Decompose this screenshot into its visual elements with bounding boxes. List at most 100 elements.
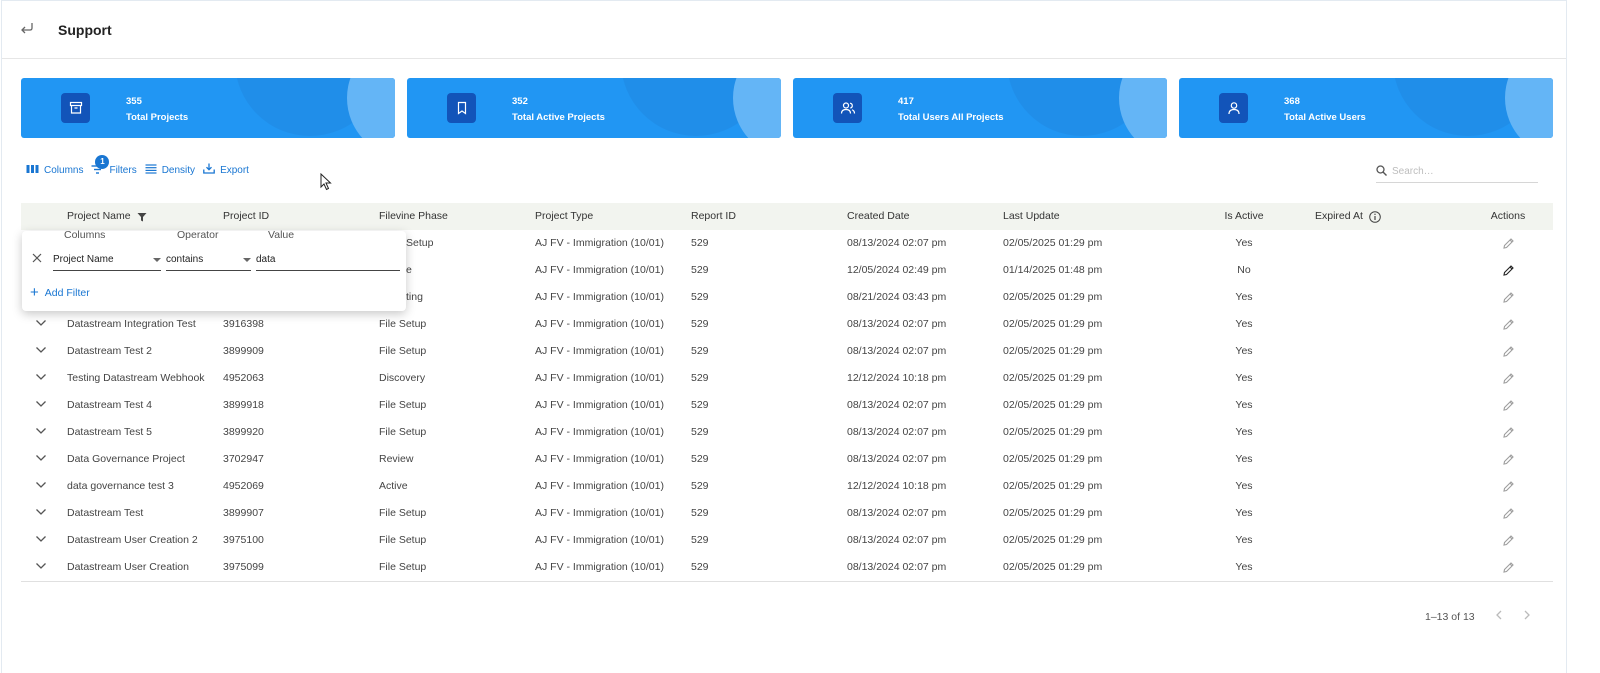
- edit-button[interactable]: [1483, 527, 1533, 554]
- add-filter-button[interactable]: + Add Filter: [30, 285, 90, 300]
- edit-button[interactable]: [1483, 419, 1533, 446]
- expand-row-button[interactable]: [35, 500, 49, 527]
- table-row[interactable]: Datastream Test 3899907 File Setup AJ FV - …: [21, 500, 1553, 527]
- stat-label: Total Users All Projects: [898, 112, 1004, 123]
- cell-is-active: Yes: [1235, 291, 1253, 303]
- cell-is-active: Yes: [1235, 480, 1253, 492]
- remove-filter-button[interactable]: [32, 253, 42, 266]
- table-row[interactable]: data governance test 3 4952069 Active AJ FV…: [21, 473, 1553, 500]
- filter-funnel-icon[interactable]: [137, 212, 147, 222]
- cell-report-id: 529: [691, 318, 709, 330]
- table-row[interactable]: Datastream Test 5 3899920 File Setup AJ FV …: [21, 419, 1553, 446]
- cell-last-update: 02/05/2025 01:29 pm: [1003, 534, 1103, 546]
- pencil-icon: [1502, 507, 1515, 520]
- chevron-down-icon: [35, 554, 47, 581]
- cell-created-date: 12/05/2024 02:49 pm: [847, 264, 947, 276]
- filter-value-input[interactable]: data: [256, 251, 400, 271]
- edit-button[interactable]: [1483, 230, 1533, 257]
- cell-project-name: data governance test 3: [67, 480, 174, 492]
- pencil-icon: [1502, 534, 1515, 547]
- cell-project-name: Datastream Test 4: [67, 399, 153, 411]
- column-header-is-active[interactable]: Is Active: [1209, 203, 1279, 230]
- cell-project-type: AJ FV - Immigration (10/01): [535, 507, 664, 519]
- filters-button[interactable]: 1 Filters: [91, 154, 137, 177]
- cell-project-type: AJ FV - Immigration (10/01): [535, 534, 664, 546]
- pencil-icon: [1502, 318, 1515, 331]
- cell-created-date: 08/13/2024 02:07 pm: [847, 453, 947, 465]
- column-header-project-name[interactable]: Project Name: [67, 203, 147, 230]
- cell-project-id: 3975100: [223, 534, 264, 546]
- cell-filevine-phase: Review: [379, 453, 414, 465]
- cell-created-date: 08/13/2024 02:07 pm: [847, 507, 947, 519]
- dropdown-caret-icon: [243, 258, 251, 262]
- cell-report-id: 529: [691, 453, 709, 465]
- column-header-created-date[interactable]: Created Date: [847, 203, 909, 230]
- pencil-icon: [1502, 480, 1515, 493]
- table-row[interactable]: Datastream Test 4 3899918 File Setup AJ FV …: [21, 392, 1553, 419]
- expand-row-button[interactable]: [35, 473, 49, 500]
- table-row[interactable]: Datastream Integration Test 3916398 File S…: [21, 311, 1553, 338]
- table-row[interactable]: Datastream Test 2 3899909 File Setup AJ FV …: [21, 338, 1553, 365]
- cell-last-update: 02/05/2025 01:29 pm: [1003, 426, 1103, 438]
- filter-columns-label: Columns: [64, 229, 106, 241]
- table-row[interactable]: Testing Datastream Webhook 4952063 Discove…: [21, 365, 1553, 392]
- density-button[interactable]: Density: [145, 163, 195, 177]
- column-header-last-update[interactable]: Last Update: [1003, 203, 1060, 230]
- stat-label: Total Active Users: [1284, 112, 1366, 123]
- edit-button[interactable]: [1483, 257, 1533, 284]
- previous-page-button[interactable]: [1495, 610, 1503, 623]
- expand-row-button[interactable]: [35, 446, 49, 473]
- cell-filevine-phase: File Setup: [379, 345, 427, 357]
- info-icon[interactable]: [1369, 210, 1381, 223]
- filter-column-select[interactable]: Project Name: [53, 251, 161, 271]
- expand-row-button[interactable]: [35, 554, 49, 581]
- expand-row-button[interactable]: [35, 311, 49, 338]
- stat-card-total-active-projects: 352 Total Active Projects: [407, 78, 781, 138]
- cell-project-name: Datastream Test 2: [67, 345, 153, 357]
- cell-report-id: 529: [691, 561, 709, 573]
- pagination-range: 1–13 of 13: [1425, 610, 1475, 623]
- edit-button[interactable]: [1483, 284, 1533, 311]
- search-field[interactable]: [1376, 161, 1538, 183]
- cell-is-active: Yes: [1235, 534, 1253, 546]
- cell-filevine-phase: Active: [379, 480, 408, 492]
- edit-button[interactable]: [1483, 500, 1533, 527]
- cell-last-update: 02/05/2025 01:29 pm: [1003, 237, 1103, 249]
- expand-row-button[interactable]: [35, 392, 49, 419]
- cell-filevine-phase: ting: [406, 291, 423, 303]
- cell-project-id: 3899907: [223, 507, 264, 519]
- table-row[interactable]: Datastream User Creation 2 3975100 File Se…: [21, 527, 1553, 554]
- edit-button[interactable]: [1483, 311, 1533, 338]
- edit-button[interactable]: [1483, 392, 1533, 419]
- edit-button[interactable]: [1483, 446, 1533, 473]
- filter-operator-select[interactable]: contains: [166, 251, 251, 271]
- column-header-expired-at[interactable]: Expired At: [1315, 203, 1381, 230]
- search-input[interactable]: [1392, 166, 1522, 177]
- cell-last-update: 02/05/2025 01:29 pm: [1003, 453, 1103, 465]
- stat-value: 355: [126, 96, 142, 107]
- column-header-project-type[interactable]: Project Type: [535, 203, 593, 230]
- edit-button[interactable]: [1483, 338, 1533, 365]
- table-row[interactable]: Datastream User Creation 3975099 File Setu…: [21, 554, 1553, 581]
- column-header-filevine-phase[interactable]: Filevine Phase: [379, 203, 448, 230]
- expand-row-button[interactable]: [35, 527, 49, 554]
- edit-button[interactable]: [1483, 554, 1533, 581]
- export-button[interactable]: Export: [203, 163, 249, 177]
- column-header-project-id[interactable]: Project ID: [223, 203, 269, 230]
- table-row[interactable]: Data Governance Project 3702947 Review AJ F…: [21, 446, 1553, 473]
- cell-created-date: 08/13/2024 02:07 pm: [847, 318, 947, 330]
- expand-row-button[interactable]: [35, 419, 49, 446]
- column-header-report-id[interactable]: Report ID: [691, 203, 736, 230]
- cell-project-id: 3702947: [223, 453, 264, 465]
- chevron-down-icon: [35, 446, 47, 473]
- next-page-button[interactable]: [1523, 610, 1531, 623]
- cell-created-date: 08/13/2024 02:07 pm: [847, 426, 947, 438]
- columns-button[interactable]: Columns: [26, 164, 83, 177]
- back-button[interactable]: [18, 21, 36, 39]
- expand-row-button[interactable]: [35, 365, 49, 392]
- edit-button[interactable]: [1483, 365, 1533, 392]
- expand-row-button[interactable]: [35, 338, 49, 365]
- archive-icon: [61, 93, 90, 123]
- edit-button[interactable]: [1483, 473, 1533, 500]
- download-icon: [203, 163, 220, 177]
